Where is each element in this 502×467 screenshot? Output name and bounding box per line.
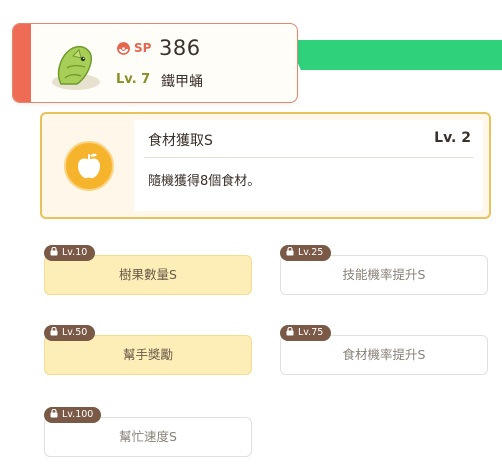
metapod-avatar [52,46,100,90]
unlock-level-tag: Lv.100 [44,407,102,423]
header-green-bar [288,40,502,70]
unlock-level-text: Lv.10 [62,247,88,258]
unlock-level-tag: Lv.10 [44,245,96,261]
lock-icon [286,247,294,256]
unlock-level-text: Lv.50 [62,327,88,338]
unlock-level-tag: Lv.75 [280,325,332,341]
pokemon-name: 鐵甲蛹 [161,74,203,90]
lock-icon [50,327,58,336]
unlock-level-text: Lv.100 [62,409,94,420]
main-skill-card[interactable]: 食材獲取S Lv. 2 隨機獲得8個食材。 [40,112,491,219]
sub-skill-name: 技能機率提升S [280,255,488,295]
pokeball-icon [117,42,130,55]
sub-skill-name: 幫手獎勵 [44,335,252,375]
main-skill-description: 隨機獲得8個食材。 [148,174,261,189]
sub-skill-name: 幫忙速度S [44,417,252,457]
sub-skill-name: 樹果數量S [44,255,252,295]
main-skill-level: Lv. 2 [434,130,471,146]
sub-skill-5[interactable]: Lv.100 幫忙速度S [44,407,252,457]
sub-skill-2[interactable]: Lv.25 技能機率提升S [280,245,488,295]
lock-icon [286,327,294,336]
lock-icon [50,409,58,418]
sp-value: 386 [159,36,201,60]
main-skill-panel: 食材獲取S Lv. 2 隨機獲得8個食材。 [134,120,483,211]
sub-skill-1[interactable]: Lv.10 樹果數量S [44,245,252,295]
sp-label: SP [134,41,152,55]
unlock-level-text: Lv.75 [298,327,324,338]
main-skill-icon-badge [64,141,114,191]
pokemon-level: Lv. 7 [116,72,151,87]
sub-skill-3[interactable]: Lv.50 幫手獎勵 [44,325,252,375]
apple-icon [78,153,100,179]
card-accent-stripe [13,24,31,102]
unlock-level-text: Lv.25 [298,247,324,258]
lock-icon [50,247,58,256]
sub-skill-4[interactable]: Lv.75 食材機率提升S [280,325,488,375]
divider [144,157,473,158]
unlock-level-tag: Lv.50 [44,325,96,341]
main-skill-name: 食材獲取S [148,133,213,149]
unlock-level-tag: Lv.25 [280,245,332,261]
pokemon-card[interactable]: SP 386 Lv. 7 鐵甲蛹 [12,23,298,103]
sub-skill-name: 食材機率提升S [280,335,488,375]
